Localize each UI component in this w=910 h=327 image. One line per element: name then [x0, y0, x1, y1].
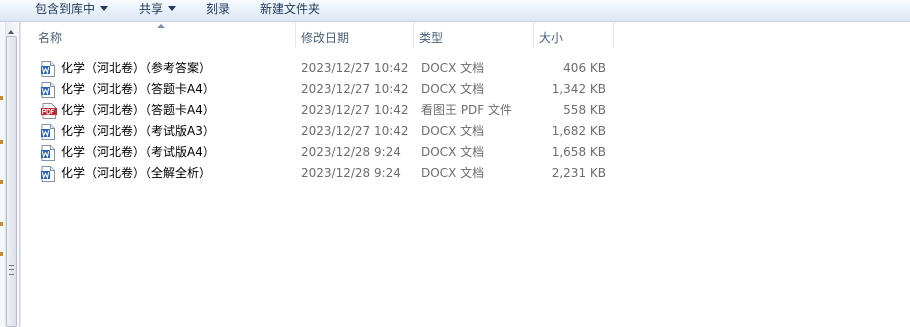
file-date: 2023/12/28 9:24	[301, 145, 401, 159]
file-date: 2023/12/28 9:24	[301, 166, 401, 180]
file-size: 1,682 KB	[551, 124, 606, 138]
file-name: 化学（河北卷）（参考答案）	[61, 61, 212, 75]
share-label: 共享	[139, 2, 164, 16]
file-type: DOCX 文档	[421, 124, 485, 138]
file-name-cell[interactable]: 化学（河北卷）（答题卡A4）	[41, 79, 291, 100]
grip-icon[interactable]	[9, 265, 14, 275]
file-type: 看图王 PDF 文件	[421, 103, 513, 117]
burn-label: 刻录	[206, 2, 231, 16]
file-list: 名称 修改日期 类型 大小 化学（河北卷）（参考答案） 2023/12/27 10…	[20, 22, 910, 327]
file-type: DOCX 文档	[421, 145, 485, 159]
nav-item-marker	[0, 96, 3, 100]
nav-item-marker	[0, 222, 3, 226]
word-doc-icon	[41, 145, 55, 161]
file-name: 化学（河北卷）（考试版A3）	[61, 124, 215, 138]
file-row[interactable]: 化学（河北卷）（答题卡A4） 2023/12/27 10:42 DOCX 文档 1,3…	[21, 79, 910, 100]
word-doc-icon	[41, 82, 55, 98]
burn-button[interactable]: 刻录	[206, 0, 230, 21]
word-doc-icon	[41, 124, 55, 140]
word-doc-icon	[41, 166, 55, 182]
share-button[interactable]: 共享	[139, 0, 177, 21]
file-type: DOCX 文档	[421, 82, 485, 96]
file-name-cell[interactable]: 化学（河北卷）（考试版A4）	[41, 142, 291, 163]
file-row[interactable]: 化学（河北卷）（答题卡A4） 2023/12/27 10:42 看图王 PDF 文件…	[21, 100, 910, 121]
word-doc-icon	[41, 61, 55, 77]
file-size: 1,658 KB	[551, 145, 606, 159]
file-size: 558 KB	[563, 103, 606, 117]
scrollbar-thumb[interactable]	[6, 36, 17, 327]
new-folder-label: 新建文件夹	[260, 2, 321, 16]
file-name-cell[interactable]: 化学（河北卷）（考试版A3）	[41, 121, 291, 142]
file-type: DOCX 文档	[421, 61, 485, 75]
file-row[interactable]: 化学（河北卷）（参考答案） 2023/12/27 10:42 DOCX 文档 406 …	[21, 58, 910, 79]
file-name-cell[interactable]: 化学（河北卷）（全解全析）	[41, 163, 291, 184]
file-name-cell[interactable]: 化学（河北卷）（参考答案）	[41, 58, 291, 79]
file-date: 2023/12/27 10:42	[301, 103, 409, 117]
file-row[interactable]: 化学（河北卷）（考试版A3） 2023/12/27 10:42 DOCX 文档 1,6…	[21, 121, 910, 142]
chevron-down-icon	[168, 6, 177, 11]
file-size: 2,231 KB	[551, 166, 606, 180]
file-date: 2023/12/27 10:42	[301, 124, 409, 138]
column-header-type[interactable]: 类型	[414, 22, 534, 48]
chevron-down-icon	[100, 6, 109, 11]
column-header-row: 名称 修改日期 类型 大小	[21, 22, 910, 48]
file-row[interactable]: 化学（河北卷）（考试版A4） 2023/12/28 9:24 DOCX 文档 1,65…	[21, 142, 910, 163]
nav-item-marker	[0, 180, 3, 184]
file-name-cell[interactable]: 化学（河北卷）（答题卡A4）	[41, 100, 291, 121]
scroll-up-arrow-icon[interactable]	[8, 30, 14, 34]
new-folder-button[interactable]: 新建文件夹	[260, 0, 320, 21]
column-header-name[interactable]: 名称	[33, 22, 296, 48]
file-size: 406 KB	[563, 61, 606, 75]
include-in-library-button[interactable]: 包含到库中	[35, 0, 109, 21]
file-type: DOCX 文档	[421, 166, 485, 180]
pdf-icon	[41, 103, 57, 119]
file-name: 化学（河北卷）（答题卡A4）	[61, 82, 215, 96]
file-size: 1,342 KB	[551, 82, 606, 96]
file-name: 化学（河北卷）（全解全析）	[61, 166, 212, 180]
file-name: 化学（河北卷）（考试版A4）	[61, 145, 215, 159]
file-date: 2023/12/27 10:42	[301, 61, 409, 75]
command-bar: 包含到库中 共享 刻录 新建文件夹	[0, 0, 910, 22]
file-row[interactable]: 化学（河北卷）（全解全析） 2023/12/28 9:24 DOCX 文档 2,231…	[21, 163, 910, 184]
nav-item-marker	[0, 252, 3, 256]
nav-item-marker	[0, 140, 3, 144]
column-header-date[interactable]: 修改日期	[296, 22, 414, 48]
include-in-library-label: 包含到库中	[35, 2, 96, 16]
file-date: 2023/12/27 10:42	[301, 82, 409, 96]
column-header-size[interactable]: 大小	[534, 22, 614, 48]
explorer-window: 包含到库中 共享 刻录 新建文件夹 名称 修改日期 类型 大小 化学（河北卷）（…	[0, 0, 910, 327]
file-name: 化学（河北卷）（答题卡A4）	[61, 103, 215, 117]
